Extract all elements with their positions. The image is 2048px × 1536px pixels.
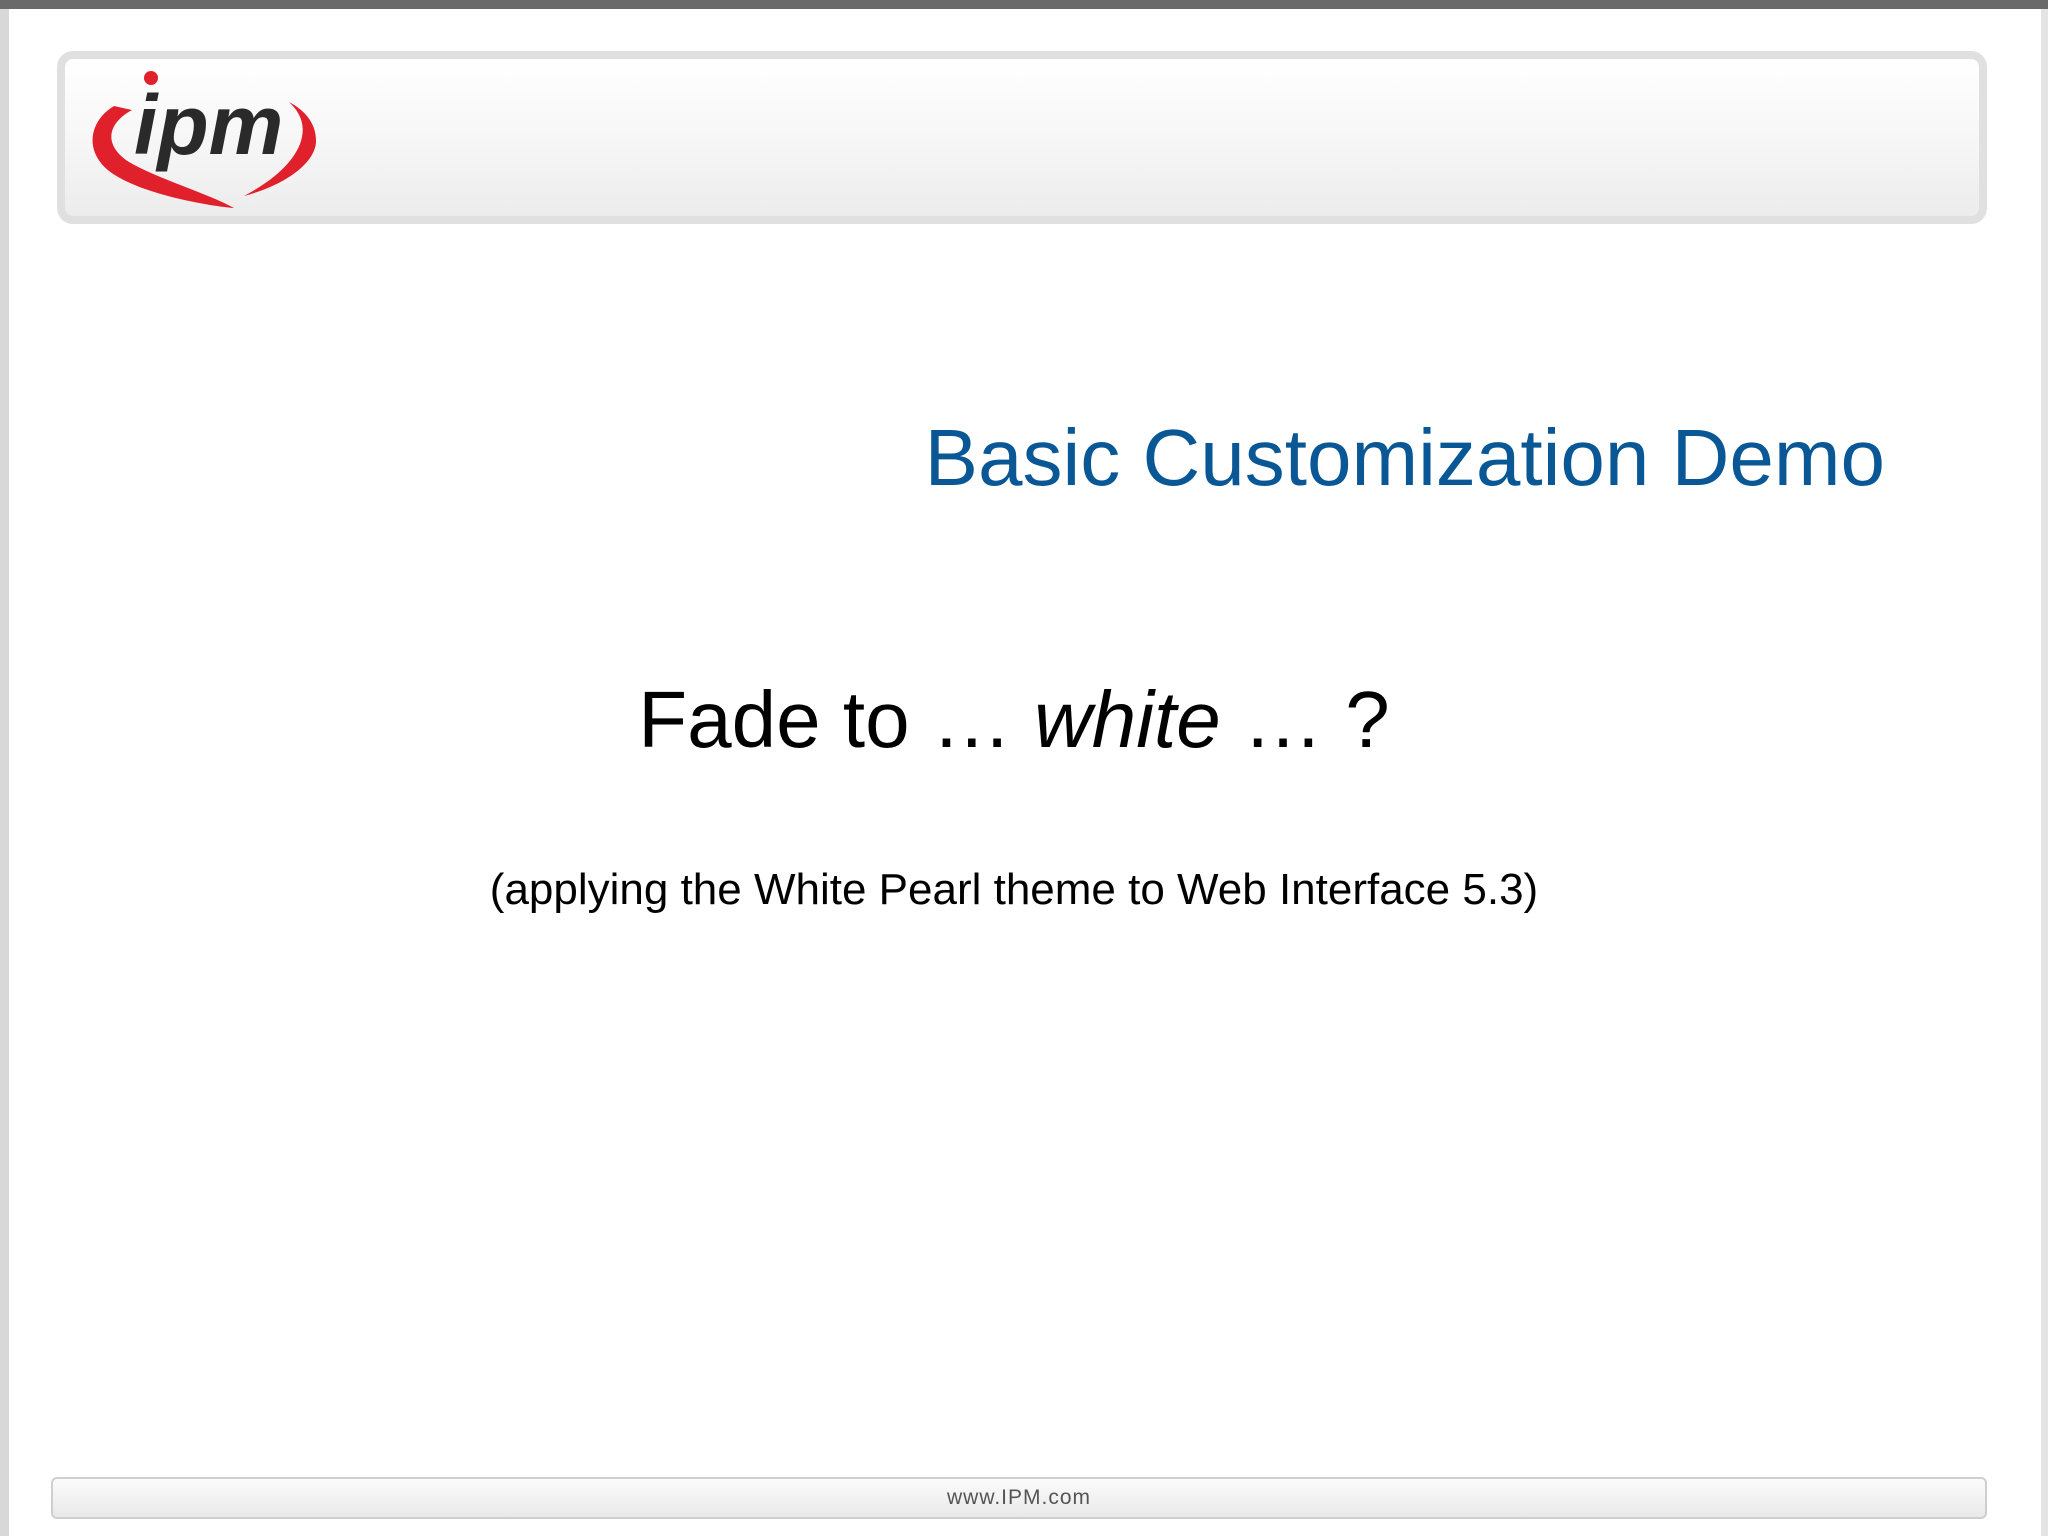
footer-url: www.IPM.com (946, 1486, 1091, 1509)
subtitle-emphasis: white (1034, 675, 1221, 764)
window-top-border (0, 0, 2048, 9)
slide-header-bar (57, 51, 1987, 224)
ipm-logo: ipm (84, 66, 324, 212)
window-right-border (2041, 9, 2048, 1536)
ipm-swoosh-logo-icon: ipm (92, 71, 316, 208)
slide-caption: (applying the White Pearl theme to Web I… (489, 865, 1539, 914)
window-left-border (0, 9, 9, 1536)
subtitle-text-part2: … ? (1220, 675, 1390, 764)
slide-subtitle: Fade to … white … ? (0, 670, 2048, 770)
slide-footer-bar: www.IPM.com (51, 1477, 1987, 1519)
slide-title: Basic Customization Demo (924, 413, 1885, 502)
subtitle-text-part1: Fade to … (638, 675, 1035, 764)
svg-text:ipm: ipm (134, 78, 283, 172)
